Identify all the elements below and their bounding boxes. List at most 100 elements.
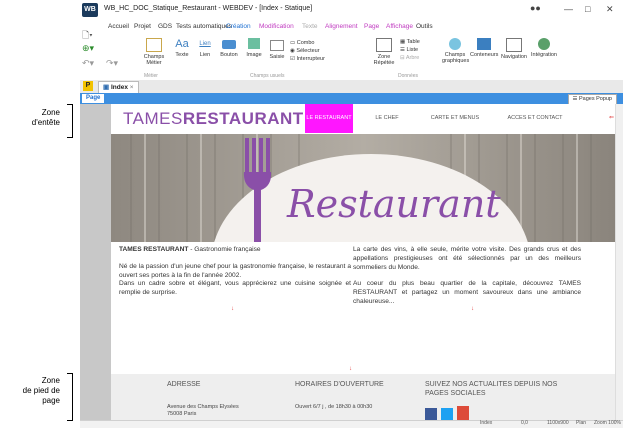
- table-button[interactable]: ▦ Table: [400, 38, 420, 46]
- maximize-icon[interactable]: □: [585, 4, 590, 14]
- tab-page[interactable]: Page: [364, 23, 379, 30]
- page-bar: Page ☰ Pages Popup: [80, 93, 623, 105]
- tab-creation[interactable]: Création: [226, 23, 251, 30]
- intro-paragraph-1: Né de la passion d'un jeune chef pour la…: [119, 262, 351, 279]
- footer-hours: Ouvert 6/7 j , de 18h30 à 00h30: [295, 404, 373, 410]
- nav-le-restaurant[interactable]: LE RESTAURANT: [305, 104, 353, 133]
- tab-tests[interactable]: Tests automatiques: [176, 23, 232, 30]
- location-paragraph: Au coeur du plus beau quartier de la cap…: [353, 280, 581, 305]
- new-doc-icon[interactable]: 🗋▾: [82, 28, 93, 44]
- status-icons: ●●: [530, 3, 541, 13]
- group-donnees-label: Données: [398, 73, 419, 79]
- resize-marker-left: ↓: [231, 306, 234, 312]
- footer-address-title: ADRESSE: [167, 381, 201, 388]
- resize-marker-right: ↓: [471, 306, 474, 312]
- selecteur-button[interactable]: ◉ Sélecteur: [290, 47, 325, 55]
- anchor-marker: ⇐: [609, 115, 615, 121]
- redo-icon[interactable]: ↷▾: [106, 58, 118, 69]
- zone-repetee-button[interactable]: Zone Répétée: [370, 38, 398, 66]
- twitter-icon[interactable]: [441, 408, 453, 420]
- add-icon[interactable]: ⊕▾: [82, 43, 94, 54]
- minimize-icon[interactable]: —: [564, 4, 573, 14]
- integration-button[interactable]: Intégration: [530, 38, 558, 58]
- ribbon: 🗋▾ ⊕▾ ↶▾ ↷▾ Champs Métier Aa Texte Lien …: [80, 30, 623, 81]
- footer-social-title: SUIVEZ NOS ACTUALITES DEPUIS NOS PAGES S…: [425, 381, 558, 397]
- status-size: 1100x900: [547, 420, 569, 426]
- arbre-button[interactable]: ⊟ Arbre: [400, 54, 420, 62]
- conteneurs-button[interactable]: Conteneurs: [470, 38, 498, 58]
- window-title: WB_HC_DOC_Statique_Restaurant - WEBDEV -…: [104, 5, 313, 12]
- container-icon: [477, 38, 491, 50]
- fork-icon: [243, 138, 272, 242]
- resize-marker-footer: ↓: [349, 366, 352, 372]
- button-icon: [222, 40, 236, 49]
- site-brand: TAMESRESTAURANT: [123, 109, 304, 128]
- nav-carte-et-menus[interactable]: CARTE ET MENUS: [423, 104, 487, 133]
- image-icon: [248, 38, 260, 49]
- status-zoom[interactable]: Zoom 100%: [594, 420, 621, 426]
- webdev-window: WB WB_HC_DOC_Statique_Restaurant - WEBDE…: [80, 0, 623, 428]
- nav-acces-et-contact[interactable]: ACCES ET CONTACT: [497, 104, 573, 133]
- footer-address: Avenue des Champs Elysées 75008 Paris: [167, 404, 239, 417]
- group-usuels-label: Champs usuels: [250, 73, 285, 79]
- facebook-icon[interactable]: [425, 408, 437, 420]
- status-coords: 0,0: [521, 420, 528, 426]
- lien-button[interactable]: Lien Lien: [196, 38, 214, 58]
- wine-paragraph: La carte des vins, à elle seule, mérite …: [353, 246, 581, 271]
- liste-button[interactable]: ☰ Liste: [400, 46, 420, 54]
- small-controls: ▭ Combo ◉ Sélecteur ☑ Interrupteur: [290, 39, 325, 63]
- navigation-icon: [506, 38, 522, 52]
- status-page-name: Index: [480, 420, 493, 426]
- tab-outils[interactable]: Outils: [416, 23, 433, 30]
- annotation-gutter: Zone d'entête Zone de pied de page: [0, 0, 80, 427]
- tab-modification[interactable]: Modification: [259, 23, 294, 30]
- champs-metier-button[interactable]: Champs Métier: [140, 38, 168, 66]
- ribbon-tabs: Accueil Projet GDS Tests automatiques Cr…: [80, 22, 623, 34]
- hero-banner: Restaurant: [111, 134, 617, 242]
- footer-zone-bracket: [67, 373, 73, 421]
- google-plus-icon[interactable]: [457, 406, 469, 420]
- tab-gds[interactable]: GDS: [158, 23, 172, 30]
- repeat-zone-icon: [376, 38, 392, 52]
- tab-projet[interactable]: Projet: [134, 23, 151, 30]
- text-icon: Aa: [175, 38, 189, 50]
- champs-graphiques-button[interactable]: Champs graphiques: [442, 38, 469, 64]
- tab-alignement[interactable]: Alignement: [325, 23, 358, 30]
- app-logo: WB: [82, 3, 98, 17]
- chart-icon: [449, 38, 461, 50]
- interrupteur-button[interactable]: ☑ Interrupteur: [290, 55, 325, 63]
- site-footer: ADRESSE Avenue des Champs Elysées 75008 …: [111, 374, 617, 420]
- page-preview: TAMESRESTAURANT LE RESTAURANT LE CHEF CA…: [111, 104, 617, 420]
- close-tab-icon[interactable]: ×: [130, 84, 134, 91]
- data-controls: ▦ Table ☰ Liste ⊟ Arbre: [400, 38, 420, 62]
- vertical-scrollbar[interactable]: [615, 104, 623, 420]
- document-tabs: P ▣ Index ×: [80, 80, 623, 94]
- group-metier-label: Métier: [144, 73, 158, 79]
- combo-button[interactable]: ▭ Combo: [290, 39, 325, 47]
- link-icon: Lien: [199, 41, 211, 47]
- saisie-button[interactable]: Saisie: [268, 38, 286, 60]
- tab-accueil[interactable]: Accueil: [108, 23, 129, 30]
- intro-title: TAMES RESTAURANT - Gastronomie française: [119, 246, 261, 253]
- document-icon: ▣: [103, 84, 111, 91]
- undo-icon[interactable]: ↶▾: [82, 58, 94, 69]
- status-mode: Plan: [576, 420, 587, 426]
- footer-zone-label: Zone de pied de page: [22, 376, 60, 405]
- tab-affichage[interactable]: Affichage: [386, 23, 413, 30]
- nav-le-chef[interactable]: LE CHEF: [361, 104, 413, 133]
- tab-texte[interactable]: Texte: [302, 23, 318, 30]
- tab-index[interactable]: ▣ Index ×: [98, 81, 139, 93]
- title-bar: WB WB_HC_DOC_Statique_Restaurant - WEBDE…: [80, 0, 623, 22]
- intro-right-text: La carte des vins, à elle seule, mérite …: [353, 246, 581, 307]
- footer-hours-title: HORAIRES D'OUVERTURE: [295, 381, 384, 388]
- page-tab[interactable]: Page: [82, 94, 105, 103]
- bouton-button[interactable]: Bouton: [218, 38, 240, 58]
- image-button[interactable]: Image: [244, 38, 264, 58]
- page-icon: P: [83, 81, 93, 91]
- texte-button[interactable]: Aa Texte: [172, 38, 192, 58]
- input-icon: [270, 40, 284, 51]
- close-icon[interactable]: ✕: [606, 4, 614, 15]
- intro-left-text: TAMES RESTAURANT - Gastronomie française…: [119, 246, 351, 298]
- hero-title: Restaurant: [287, 182, 501, 226]
- navigation-button[interactable]: Navigation: [500, 38, 528, 60]
